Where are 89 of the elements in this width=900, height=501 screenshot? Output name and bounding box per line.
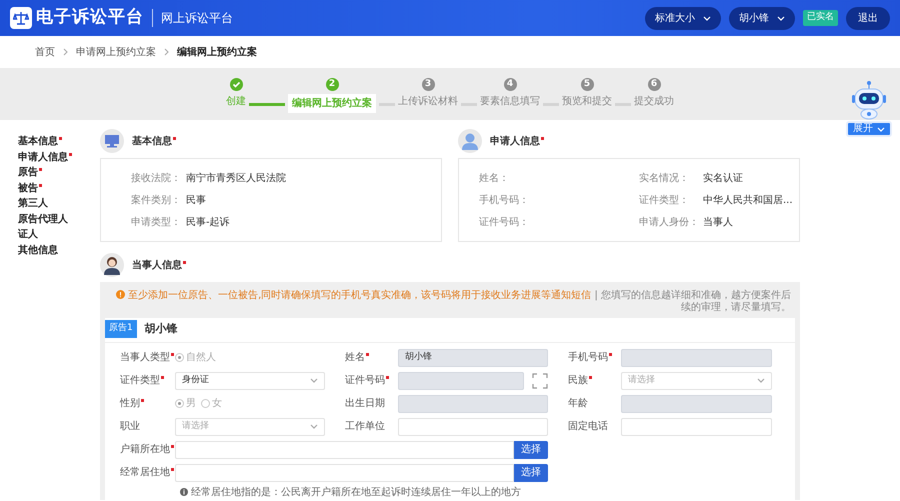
step-label: 要素信息填写 [480,94,540,109]
site-subtitle: 网上诉讼平台 [152,9,233,27]
scan-icon[interactable] [532,372,548,388]
step-marker: 3 [422,78,434,91]
woman-avatar-icon [100,253,124,277]
breadcrumb-current: 编辑网上预约立案 [177,45,257,60]
section-title: 基本信息 [132,136,172,146]
chevron-right-icon [63,48,68,56]
warning-icon [116,290,126,299]
select-button[interactable]: 选择 [514,464,548,482]
field-label: 手机号码 [568,350,608,365]
breadcrumb-link[interactable]: 申请网上预约立案 [76,44,156,60]
field-label: 工作单位 [345,420,385,434]
side-nav-link[interactable]: 原告代理人 [8,212,68,227]
caret-icon [777,16,785,20]
side-nav-link[interactable]: 原告 [8,165,38,180]
step-connector [249,103,285,106]
field-label: 户籍所在地 [120,442,170,457]
field-value: 实名认证 [703,172,743,186]
step-label: 预览和提交 [562,94,612,109]
party-name: 胡小锋 [144,320,178,336]
field-label: 申请人身份： [639,216,700,230]
logout-button[interactable]: 退出 [846,6,890,30]
font-size-menu[interactable]: 标准大小 [645,6,721,30]
field-value: 中华人民共和国居... [703,194,793,208]
field-label: 姓名 [345,351,365,365]
field-label: 证件号码： [479,216,530,230]
field-label: 经常居住地 [120,466,170,480]
field-label: 年龄 [568,396,588,411]
field-label: 当事人类型 [120,350,170,365]
residence-note: 经常居住地指的是：公民离开户籍所在地至起诉时连续居住一年以上的地方 [191,486,521,500]
step-marker: 6 [648,78,660,91]
select-field[interactable]: 身份证 [175,372,325,390]
step-marker: 5 [580,78,594,91]
step-marker: 2 [326,78,338,91]
step-label: 编辑网上预约立案 [288,94,376,113]
side-nav-link[interactable]: 证人 [8,227,38,242]
info-icon [180,488,188,496]
field-label: 证件号码 [345,374,385,388]
caret-icon [703,16,711,20]
field-label: 职业 [120,420,140,434]
step-label: 创建 [226,94,246,109]
scale-logo-icon [10,7,32,29]
field-value: 民事-起诉 [186,216,230,230]
step-label: 提交成功 [634,94,674,109]
breadcrumb-link[interactable]: 首页 [35,44,55,60]
person-icon [458,129,482,153]
side-nav-link[interactable]: 基本信息 [8,134,58,150]
notice-text: 至少添加一位原告、一位被告,同时请确保填写的手机号真实准确，该号码将用于接收业务进展等通知短信 [128,290,592,301]
field-label: 证件类型： [639,194,690,208]
input-field[interactable] [621,418,772,436]
field-label: 证件类型 [120,374,160,388]
field-label: 固定电话 [568,420,608,434]
side-nav-link[interactable]: 其他信息 [8,242,58,258]
caret-icon [877,126,885,132]
user-menu[interactable]: 胡小锋 [729,6,795,30]
side-nav-link[interactable]: 申请人信息 [8,150,68,165]
notice-hint: | 您填写的信息越详细和准确，越方便案件后续的审理，请尽量填写。 [594,290,791,313]
chevron-right-icon [164,48,169,56]
input-field[interactable] [175,440,514,458]
field-label: 性别 [120,396,140,411]
field-label: 案件类别： [131,194,182,208]
expand-button[interactable]: 展开 [846,121,892,137]
field-label: 接收法院： [131,172,182,186]
select-button[interactable]: 选择 [514,440,548,458]
field-value: 民事 [186,194,206,208]
field-label: 民族 [568,374,588,388]
site-title: 电子诉讼平台 [36,6,144,30]
side-nav-link[interactable]: 被告 [8,180,38,196]
monitor-icon [100,129,124,153]
side-nav-link[interactable]: 第三人 [8,196,48,212]
verified-badge: 已实名 [803,10,838,26]
field-label: 姓名： [479,172,510,186]
step-label: 上传诉讼材料 [398,94,458,109]
field-label: 出生日期 [345,396,385,411]
field-value: 南宁市青秀区人民法院 [186,172,286,186]
step-marker: 4 [504,78,516,91]
field-label: 实名情况： [639,172,690,186]
section-title: 申请人信息 [490,136,540,146]
caret-icon [310,378,318,383]
field-value: 当事人 [703,216,733,230]
caret-icon [310,424,318,429]
field-label: 申请类型： [131,216,182,230]
robot-icon [849,80,889,120]
input-field[interactable] [398,418,548,436]
field-label: 手机号码： [479,194,530,208]
input-field[interactable] [175,464,514,482]
section-title: 当事人信息 [132,260,182,270]
caret-icon [757,378,765,383]
